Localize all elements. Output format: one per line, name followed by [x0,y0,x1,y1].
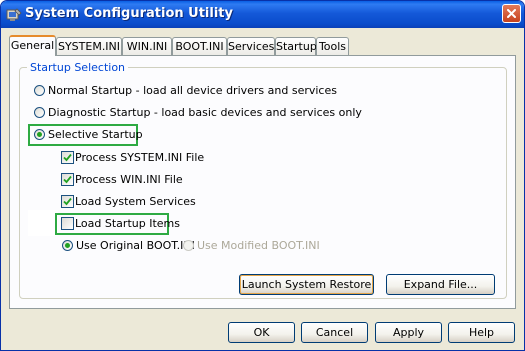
title-bar[interactable]: System Configuration Utility [1,1,524,28]
selective-startup-label: Selective Startup [48,128,143,141]
system-configuration-window: System Configuration Utility General SYS… [0,0,525,351]
startup-selection-label: Startup Selection [27,61,129,74]
checkmark-icon [63,175,72,184]
use-modified-boot-ini-radio [183,240,194,251]
tab-boot-ini[interactable]: BOOT.INI [172,37,227,55]
launch-system-restore-button[interactable]: Launch System Restore [239,274,374,295]
checkmark-icon [63,197,72,206]
load-startup-items-label: Load Startup Items [75,217,180,230]
annotation-marker [28,210,58,236]
tab-general[interactable]: General [9,35,56,56]
load-system-services-checkbox[interactable] [61,195,74,208]
radio-selected-dot [65,243,70,248]
load-system-services-label: Load System Services [75,195,196,208]
use-original-boot-ini-radio[interactable] [62,240,73,251]
apply-button[interactable]: Apply [375,322,442,343]
process-system-ini-label: Process SYSTEM.INI File [75,151,205,164]
tab-services[interactable]: Services [227,37,275,55]
selective-startup-radio[interactable] [34,129,45,140]
use-original-boot-ini-label: Use Original BOOT.INI [76,239,195,252]
close-icon [507,9,516,18]
normal-startup-radio[interactable] [34,85,45,96]
load-startup-items-checkbox[interactable] [61,217,74,230]
diagnostic-startup-radio[interactable] [34,107,45,118]
window-title: System Configuration Utility [25,6,233,21]
diagnostic-startup-label: Diagnostic Startup - load basic devices … [48,106,362,119]
tab-label: General [10,39,55,52]
expand-file-button[interactable]: Expand File... [386,274,495,295]
help-button[interactable]: Help [448,322,515,343]
tab-tools[interactable]: Tools [316,37,349,55]
tab-win-ini[interactable]: WIN.INI [122,37,172,55]
tab-label: SYSTEM.INI [57,40,121,53]
tab-system-ini[interactable]: SYSTEM.INI [56,37,122,55]
tab-label: BOOT.INI [175,40,224,53]
process-win-ini-label: Process WIN.INI File [75,173,183,186]
tab-label: Services [228,40,275,53]
process-win-ini-checkbox[interactable] [61,173,74,186]
tab-label: Tools [318,40,347,53]
tab-label: WIN.INI [126,40,168,53]
cancel-button[interactable]: Cancel [301,322,368,343]
radio-selected-dot [37,132,42,137]
normal-startup-label: Normal Startup - load all device drivers… [48,84,337,97]
ok-button[interactable]: OK [228,322,295,343]
system-config-icon [6,7,22,23]
close-button[interactable] [502,4,521,23]
process-system-ini-checkbox[interactable] [61,151,74,164]
checkmark-icon [63,153,72,162]
use-modified-boot-ini-label: Use Modified BOOT.INI [197,239,320,252]
tab-startup[interactable]: Startup [275,37,317,55]
tab-label: Startup [276,40,317,53]
